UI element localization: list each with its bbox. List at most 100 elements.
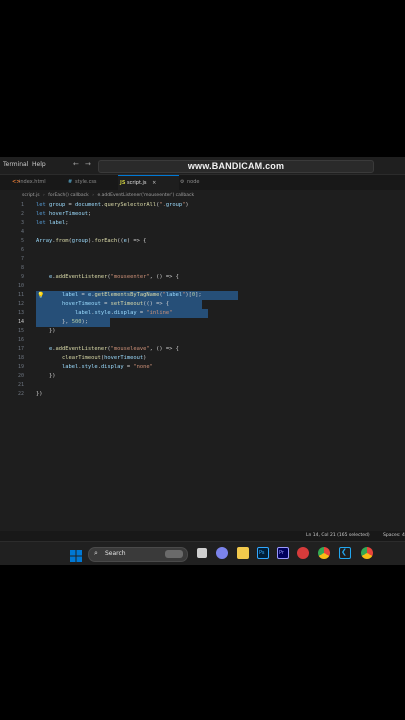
chrome-icon[interactable]: [318, 547, 330, 559]
breadcrumb-foreach[interactable]: forEach() callback: [48, 193, 88, 198]
tab-bar: <> index.html # style.css JS script.js ×…: [0, 175, 405, 191]
breadcrumb-callback[interactable]: e.addEventListener('mouseenter') callbac…: [97, 193, 194, 198]
close-icon[interactable]: ×: [152, 180, 156, 186]
tab-label: style.css: [75, 179, 97, 185]
settings-file-icon: ⚙: [180, 179, 185, 185]
code-text: label = e.getElementsByTagName("label")[…: [61, 292, 202, 298]
search-label: Search: [105, 550, 126, 557]
js-file-icon: JS: [120, 180, 126, 186]
command-center-search[interactable]: www.BANDICAM.com: [98, 160, 374, 173]
line-number: 2: [20, 211, 24, 217]
windows-start-icon[interactable]: [70, 547, 82, 562]
line-number: 7: [20, 256, 24, 262]
chevron-right-icon: ›: [92, 193, 94, 198]
breadcrumb: script.js › forEach() callback › e.addEv…: [0, 191, 405, 200]
menu-terminal[interactable]: Terminal: [3, 161, 28, 168]
tab-style-css[interactable]: # style.css: [66, 175, 121, 190]
code-text: label.style.display = "none": [61, 364, 153, 370]
code-line[interactable]: 2 let hoverTimeout;: [0, 210, 405, 219]
code-line[interactable]: 16: [0, 336, 405, 345]
code-text: let group = document.querySelectorAll(".…: [36, 202, 189, 208]
tab-script-js[interactable]: JS script.js ×: [118, 175, 179, 191]
line-number: 11: [17, 292, 24, 298]
code-line[interactable]: 5 Array.from(group).forEach((e) => {: [0, 237, 405, 246]
cursor-position[interactable]: Ln 14, Col 21 (165 selected): [306, 531, 370, 541]
code-line[interactable]: 21: [0, 381, 405, 390]
code-line[interactable]: 13 label.style.display = "inline": [0, 309, 405, 318]
line-number: 18: [17, 355, 24, 361]
screen: Terminal Help ← → www.BANDICAM.com <> in…: [0, 157, 405, 565]
code-line[interactable]: 1 let group = document.querySelectorAll("…: [0, 201, 405, 210]
code-text: let hoverTimeout;: [36, 211, 92, 217]
code-line[interactable]: 3 let label;: [0, 219, 405, 228]
line-number: 6: [20, 247, 24, 253]
vscode-icon[interactable]: ❮: [339, 547, 351, 559]
record-icon[interactable]: [297, 547, 309, 559]
task-view-icon[interactable]: [197, 548, 207, 558]
code-text: }, 500);: [36, 319, 88, 325]
code-text: let label;: [36, 220, 69, 226]
tab-label: index.html: [19, 179, 46, 185]
taskbar-search[interactable]: ⌕ Search: [88, 547, 188, 562]
code-line[interactable]: 8: [0, 264, 405, 273]
line-number: 1: [20, 202, 24, 208]
breadcrumb-file[interactable]: script.js: [22, 193, 40, 198]
code-text: e.addEventListener("mouseleave", () => {: [48, 346, 179, 352]
premiere-icon[interactable]: Pr: [277, 547, 289, 559]
status-bar: Ln 14, Col 21 (165 selected) Spaces: 4: [0, 531, 405, 541]
line-number: 19: [17, 364, 24, 370]
line-number: 3: [20, 220, 24, 226]
code-line[interactable]: 17 e.addEventListener("mouseleave", () =…: [0, 345, 405, 354]
css-file-icon: #: [68, 179, 73, 185]
line-number: 14: [17, 319, 24, 325]
line-number: 17: [17, 346, 24, 352]
code-line[interactable]: 6: [0, 246, 405, 255]
title-bar: Terminal Help ← → www.BANDICAM.com: [0, 157, 405, 175]
chat-icon[interactable]: [216, 547, 228, 559]
menu-help[interactable]: Help: [32, 161, 46, 168]
search-highlight-image: [165, 550, 183, 558]
code-line[interactable]: 18 clearTimeout(hoverTimeout): [0, 354, 405, 363]
line-number: 5: [20, 238, 24, 244]
line-number: 12: [17, 301, 24, 307]
windows-taskbar: ⌕ Search Ps Pr ❮: [0, 541, 405, 565]
chevron-right-icon: ›: [43, 193, 45, 198]
code-line[interactable]: 20 }): [0, 372, 405, 381]
line-number: 20: [17, 373, 24, 379]
bandicam-watermark: www.BANDICAM.com: [187, 161, 285, 171]
code-line[interactable]: 9 e.addEventListener("mouseenter", () =>…: [0, 273, 405, 282]
code-text: clearTimeout(hoverTimeout): [61, 355, 147, 361]
code-text: }): [36, 391, 43, 397]
line-number: 16: [17, 337, 24, 343]
search-icon: ⌕: [94, 549, 98, 557]
code-text: Array.from(group).forEach((e) => {: [36, 238, 147, 244]
code-text: }): [36, 328, 56, 334]
tab-label: script.js: [127, 180, 147, 186]
forward-arrow-icon[interactable]: →: [85, 160, 91, 168]
line-number: 15: [17, 328, 24, 334]
code-text: }): [36, 373, 56, 379]
code-line[interactable]: 7: [0, 255, 405, 264]
line-number: 21: [17, 382, 24, 388]
back-arrow-icon[interactable]: ←: [73, 160, 79, 168]
chrome-icon-2[interactable]: [361, 547, 373, 559]
indentation-setting[interactable]: Spaces: 4: [383, 531, 405, 541]
code-line[interactable]: 19 label.style.display = "none": [0, 363, 405, 372]
file-explorer-icon[interactable]: [237, 547, 249, 559]
code-line[interactable]: 11 label = e.getElementsByTagName("label…: [0, 291, 405, 300]
line-number: 10: [17, 283, 24, 289]
photoshop-icon[interactable]: Ps: [257, 547, 269, 559]
code-text: e.addEventListener("mouseenter", () => {: [48, 274, 179, 280]
code-text: label.style.display = "inline": [74, 310, 173, 316]
tab-node[interactable]: ⚙ node: [178, 175, 223, 190]
code-editor[interactable]: 💡 1 let group = document.querySelectorAll…: [0, 201, 405, 531]
code-line[interactable]: 22}): [0, 390, 405, 399]
line-number: 8: [20, 265, 24, 271]
code-line[interactable]: 12 hoverTimeout = setTimeout(() => {: [0, 300, 405, 309]
line-number: 9: [20, 274, 24, 280]
code-line[interactable]: 10: [0, 282, 405, 291]
tab-index-html[interactable]: <> index.html: [10, 175, 69, 190]
code-line[interactable]: 15 }): [0, 327, 405, 336]
code-line[interactable]: 14 }, 500);: [0, 318, 405, 327]
code-line[interactable]: 4: [0, 228, 405, 237]
